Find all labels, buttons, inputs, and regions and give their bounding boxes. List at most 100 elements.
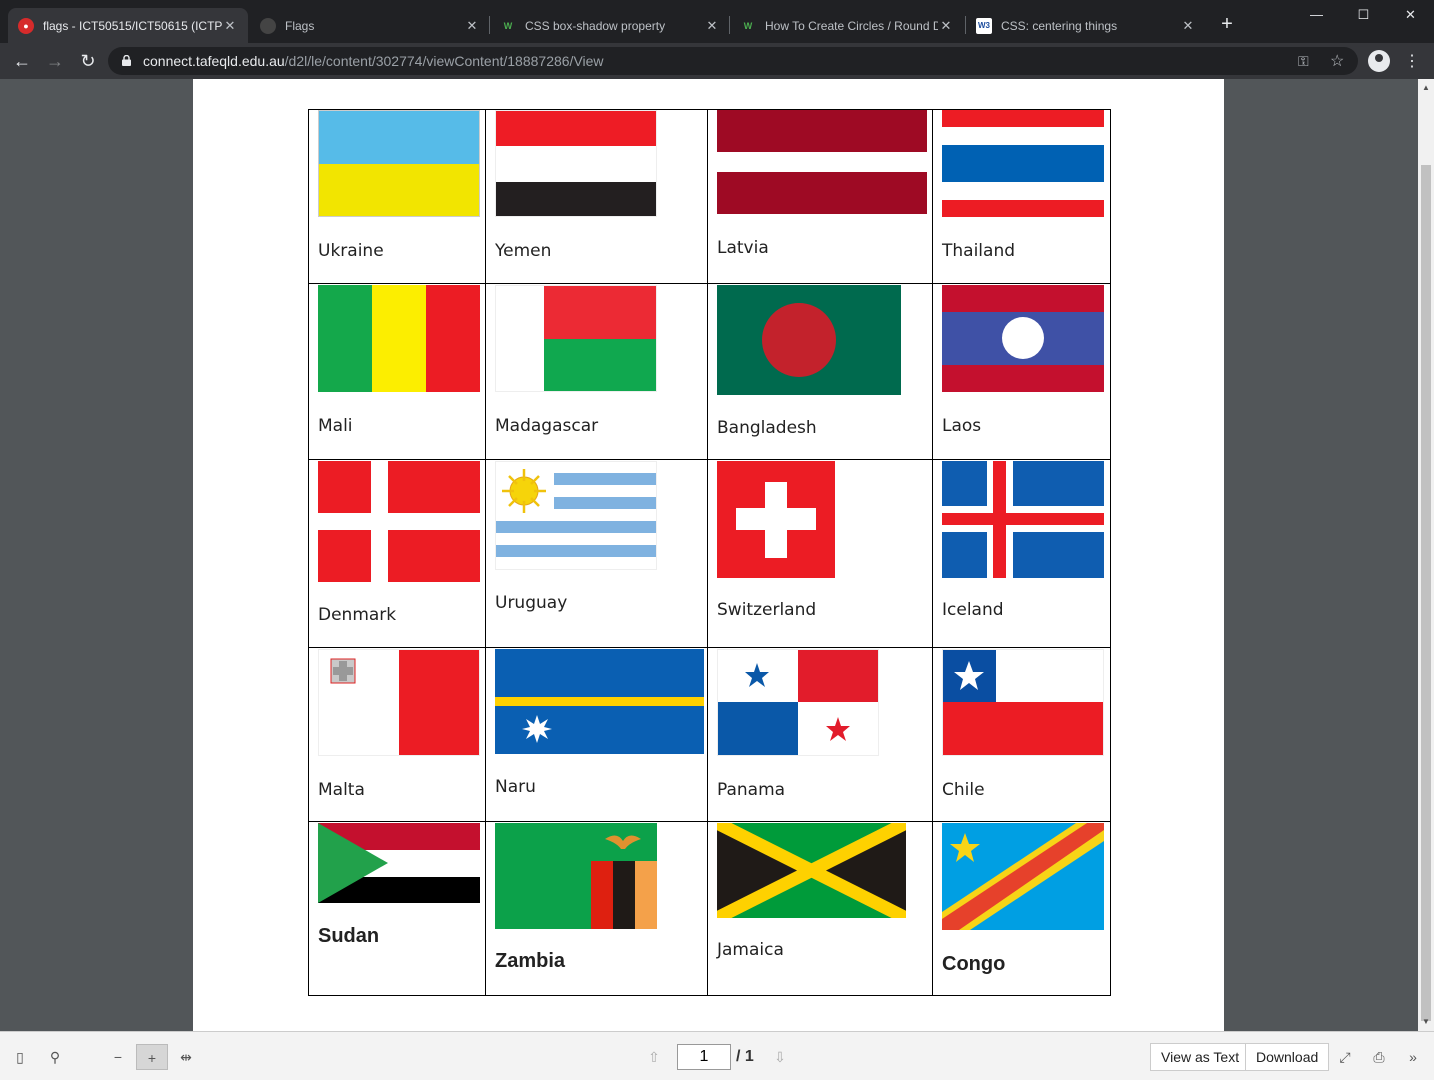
minimize-icon[interactable]: — [1293,0,1340,30]
download-button[interactable]: Download [1245,1043,1330,1071]
flag-name: Congo [942,953,1006,975]
reload-icon[interactable]: ↻ [76,49,100,73]
address-bar[interactable]: connect.tafeqld.edu.au/d2l/le/content/30… [108,47,1358,75]
flag-cell-thailand: Thailand [932,109,1111,284]
flag-cell-yemen: Yemen [485,109,708,284]
scroll-thumb[interactable] [1421,165,1431,1021]
fullscreen-icon[interactable]: ⤢ [1336,1048,1354,1066]
flag-name: Malta [318,780,365,800]
flag-cell-madagascar: Madagascar [485,283,708,460]
flag-name: Bangladesh [717,418,817,438]
tafe-favicon-icon: ● [18,17,34,34]
tab-flags[interactable]: Flags ✕ [250,8,490,43]
flag-name: Yemen [495,241,552,261]
close-window-icon[interactable]: ✕ [1387,0,1434,30]
previous-page-arrow-icon[interactable]: ⇧ [645,1048,663,1066]
flag-name: Chile [942,780,985,800]
tab-bar: ● flags - ICT50515/ICT50615 (ICTPR ✕ Fla… [0,0,1434,43]
view-as-text-button[interactable]: View as Text [1150,1043,1251,1071]
flag-cell-congo: Congo [932,821,1111,996]
search-icon[interactable]: ⚲ [46,1048,64,1066]
browser-toolbar: ← → ↻ connect.tafeqld.edu.au/d2l/le/cont… [0,43,1434,79]
new-tab-button[interactable]: + [1216,13,1238,35]
flag-name: Mali [318,416,353,436]
zoom-out-icon[interactable]: − [109,1048,127,1066]
close-icon[interactable]: ✕ [1180,18,1196,34]
flag-name: Laos [942,416,982,436]
tab-title: How To Create Circles / Round Di [765,18,938,33]
flag-name: Denmark [318,605,397,625]
sudan-flag-icon [318,823,480,903]
nauru-flag-icon [495,649,704,754]
scroll-up-arrow-icon[interactable]: ▲ [1421,83,1431,93]
switzerland-flag-icon [717,461,835,578]
w3c-icon: W3 [976,17,992,34]
flag-name: Thailand [942,241,1016,261]
thailand-flag-icon [942,110,1104,217]
fit-width-icon[interactable]: ⇹ [177,1048,195,1066]
yemen-flag-icon [495,110,657,217]
zoom-in-icon[interactable]: + [136,1044,168,1070]
close-icon[interactable]: ✕ [464,18,480,34]
flag-name: Madagascar [495,416,599,436]
maximize-icon[interactable]: ☐ [1340,0,1387,30]
flag-cell-mali: Mali [308,283,486,460]
tab-centering[interactable]: W3 CSS: centering things ✕ [966,8,1206,43]
url-host: connect.tafeqld.edu.au [143,53,285,69]
flag-cell-jamaica: Jamaica [707,821,933,996]
tab-title: CSS: centering things [1001,18,1118,33]
close-icon[interactable]: ✕ [704,18,720,34]
flag-cell-iceland: Iceland [932,459,1111,648]
flag-cell-nauru: Naru [485,647,708,822]
flag-name: Naru [495,777,536,797]
flag-name: Ukraine [318,241,384,261]
profile-avatar-icon[interactable] [1368,50,1390,72]
more-tools-icon[interactable]: » [1404,1048,1422,1066]
page-number-input[interactable]: 1 [677,1044,731,1070]
page-scrollbar[interactable]: ▲ ▼ [1418,79,1434,1031]
tab-circles[interactable]: W How To Create Circles / Round Di ✕ [730,8,964,43]
flag-name: Zambia [495,950,566,972]
kebab-menu-icon[interactable]: ⋮ [1404,51,1420,71]
zambia-flag-icon [495,823,657,929]
key-icon[interactable]: ⚿ [1298,53,1309,70]
flag-cell-zambia: Zambia [485,821,708,996]
chile-flag-icon [942,649,1104,756]
flag-name: Uruguay [495,593,568,613]
back-arrow-icon[interactable]: ← [10,49,34,73]
save-file-icon[interactable]: ⎙ [1370,1048,1388,1066]
next-page-arrow-icon[interactable]: ⇩ [771,1048,789,1066]
tab-flags-active[interactable]: ● flags - ICT50515/ICT50615 (ICTPR ✕ [8,8,248,43]
flag-name: Switzerland [717,600,817,620]
pdf-page: Ukraine Yemen Latvia Thailand Mali Madag… [193,79,1224,1031]
flag-cell-switzerland: Switzerland [707,459,933,648]
lock-icon [122,55,131,66]
laos-flag-icon [942,285,1104,392]
url-text: connect.tafeqld.edu.au/d2l/le/content/30… [143,53,604,69]
close-icon[interactable]: ✕ [938,18,954,34]
congo-flag-icon [942,823,1104,930]
flag-cell-laos: Laos [932,283,1111,460]
page-total: / 1 [736,1048,754,1065]
scroll-down-arrow-icon[interactable]: ▼ [1421,1017,1431,1027]
tab-title: Flags [285,18,315,33]
flag-name: Latvia [717,238,769,258]
flag-cell-latvia: Latvia [707,109,933,284]
sidebar-toggle-icon[interactable]: ▯ [11,1048,29,1066]
flag-cell-bangladesh: Bangladesh [707,283,933,460]
close-icon[interactable]: ✕ [222,18,238,34]
flag-name: Sudan [318,925,380,947]
malta-flag-icon [318,649,480,756]
panama-flag-icon [717,649,879,756]
uruguay-flag-icon [495,461,657,570]
tab-title: flags - ICT50515/ICT50615 (ICTPR [43,18,222,33]
flag-cell-uruguay: Uruguay [485,459,708,648]
forward-arrow-icon[interactable]: → [43,49,67,73]
mali-flag-icon [318,285,480,392]
url-path: /d2l/le/content/302774/viewContent/18887… [284,53,604,69]
tab-css-box-shadow[interactable]: W CSS box-shadow property ✕ [490,8,730,43]
latvia-flag-icon [717,110,927,214]
denmark-flag-icon [318,461,480,582]
flag-cell-malta: Malta [308,647,486,822]
star-icon[interactable]: ☆ [1330,51,1344,71]
